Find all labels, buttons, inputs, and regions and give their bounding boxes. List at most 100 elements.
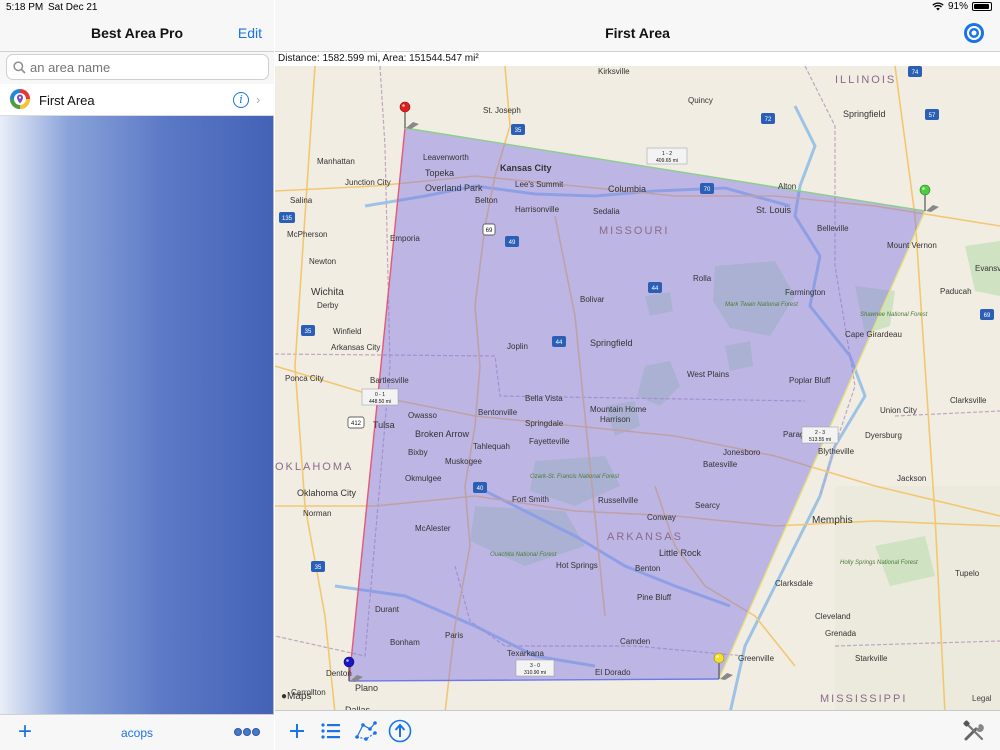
city-label: Lee's Summit [515, 180, 564, 189]
city-label: Emporia [390, 234, 420, 243]
locate-icon[interactable] [963, 22, 985, 44]
search-icon [13, 60, 26, 74]
city-label: Tupelo [955, 569, 980, 578]
footer-brand[interactable]: acops [0, 726, 274, 740]
city-label: Joplin [507, 342, 528, 351]
info-icon[interactable]: i [233, 92, 249, 108]
svg-text:74: 74 [912, 70, 919, 76]
city-label: Searcy [695, 501, 720, 510]
city-label: Junction City [345, 178, 391, 187]
city-label: Kirksville [598, 67, 630, 76]
app-root: 5:18 PM Sat Dec 21 91% Best Area Pro Edi… [0, 0, 1000, 750]
city-label: Bixby [408, 448, 428, 457]
city-label: Texarkana [507, 649, 544, 658]
city-label: Plano [355, 683, 378, 693]
segment-label-3-0: 3 - 0 310.90 mi [515, 659, 555, 677]
maps-attribution-label: Maps [287, 691, 312, 702]
city-label: West Plains [687, 370, 729, 379]
city-label: Arkansas City [331, 343, 380, 352]
park-label: Shawnee National Forest [860, 312, 928, 318]
status-time: 5:18 PM [6, 2, 44, 13]
list-item-area[interactable]: First Area i › [0, 84, 274, 116]
list-item-label: First Area [39, 93, 95, 108]
polygon-icon[interactable] [354, 719, 378, 743]
city-label: Springfield [590, 338, 633, 348]
state-label: ARKANSAS [607, 531, 683, 543]
city-label: Cape Girardeau [845, 330, 902, 339]
city-label: Springfield [843, 109, 886, 119]
tools-icon[interactable] [962, 719, 986, 743]
search-input[interactable] [30, 59, 250, 75]
city-label: Derby [317, 301, 338, 310]
city-label: Muskogee [445, 457, 482, 466]
city-label: Harrisonville [515, 205, 560, 214]
svg-text:412: 412 [351, 421, 362, 427]
page-title: First Area [605, 25, 670, 41]
list-icon[interactable] [319, 719, 343, 743]
area-logo-icon [9, 88, 31, 110]
svg-text:0 - 1: 0 - 1 [375, 392, 385, 398]
svg-text:35: 35 [315, 565, 322, 571]
share-icon[interactable] [388, 719, 412, 743]
city-label: McPherson [287, 230, 327, 239]
battery-icon [972, 2, 992, 11]
city-label: Cleveland [815, 612, 851, 621]
city-label: Belleville [817, 224, 849, 233]
search-field[interactable] [6, 54, 269, 80]
city-label: Okmulgee [405, 474, 442, 483]
legal-link[interactable]: Legal [972, 694, 992, 703]
city-label: Camden [620, 637, 650, 646]
city-label: Bella Vista [525, 394, 563, 403]
city-label: Memphis [812, 515, 853, 526]
add-point-icon[interactable] [285, 719, 309, 743]
map-view[interactable]: ILLINOIS MISSOURI ARKANSAS OKLAHOMA MISS… [275, 66, 1000, 713]
city-label: Poplar Bluff [789, 376, 831, 385]
maps-attribution: ●Maps [281, 691, 312, 702]
city-label: Denton [326, 669, 352, 678]
city-label: Newton [309, 257, 336, 266]
city-label: Paducah [940, 287, 972, 296]
svg-text:448.50 mi: 448.50 mi [369, 399, 391, 405]
more-dots-icon[interactable] [234, 728, 260, 736]
interstate-shield-icon: 44 [552, 336, 566, 347]
segment-label-0-1: 0 - 1 448.50 mi [361, 388, 399, 406]
park-label: Mark Twain National Forest [725, 302, 798, 308]
city-label: Broken Arrow [415, 429, 470, 439]
interstate-shield-icon: 35 [311, 561, 325, 572]
city-label: Grenada [825, 629, 857, 638]
city-label: Ponca City [285, 374, 324, 383]
svg-text:40: 40 [477, 486, 484, 492]
edit-button[interactable]: Edit [238, 25, 262, 41]
city-label: McAlester [415, 524, 451, 533]
city-label: Pine Bluff [637, 593, 672, 602]
distance-area-readout: Distance: 1582.599 mi, Area: 151544.547 … [275, 52, 1000, 66]
interstate-shield-icon: 72 [761, 113, 775, 124]
state-label: MISSISSIPPI [820, 693, 907, 705]
sidebar: Best Area Pro Edit an area name First Ar… [0, 0, 274, 750]
city-label: Bentonville [478, 408, 518, 417]
city-label: Springdale [525, 419, 564, 428]
city-label: Salina [290, 196, 313, 205]
battery-fill [974, 4, 989, 9]
map-canvas[interactable]: ILLINOIS MISSOURI ARKANSAS OKLAHOMA MISS… [275, 66, 1000, 713]
us-route-shield-icon: 412 [347, 416, 365, 429]
svg-text:44: 44 [652, 286, 659, 292]
city-label: Dyersburg [865, 431, 902, 440]
park-label: Holly Springs National Forest [840, 560, 918, 566]
city-label: Hot Springs [556, 561, 598, 570]
city-label: Tulsa [373, 420, 395, 430]
city-label: Bartlesville [370, 376, 409, 385]
chevron-right-icon: › [256, 92, 261, 107]
svg-text:3 - 0: 3 - 0 [530, 663, 540, 669]
interstate-shield-icon: 74 [908, 66, 922, 77]
interstate-shield-icon: 40 [473, 482, 487, 493]
status-bar: 5:18 PM Sat Dec 21 91% [0, 0, 1000, 14]
city-label: Union City [880, 406, 917, 415]
svg-text:35: 35 [305, 329, 312, 335]
city-label: Tahlequah [473, 442, 510, 451]
city-label: Alton [778, 182, 796, 191]
svg-text:1 - 2: 1 - 2 [662, 151, 672, 157]
city-label: Benton [635, 564, 660, 573]
city-label: El Dorado [595, 668, 631, 677]
city-label: Norman [303, 509, 331, 518]
